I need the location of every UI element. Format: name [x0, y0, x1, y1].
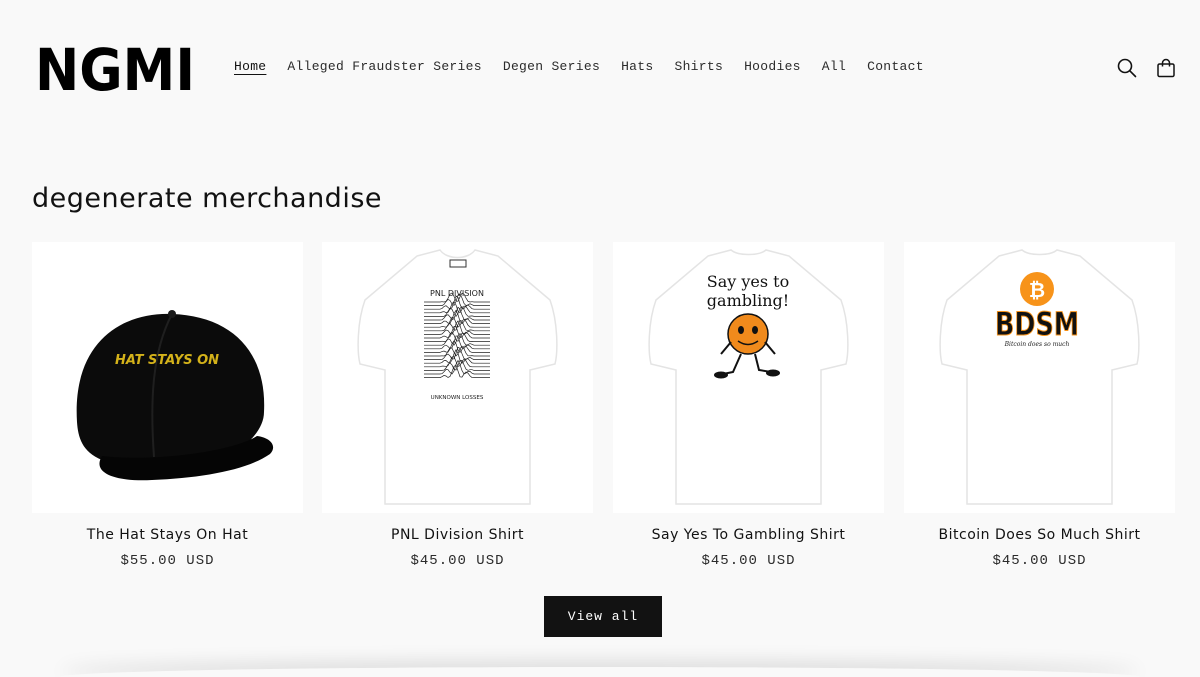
section-title: degenerate merchandise	[32, 183, 383, 214]
search-button[interactable]	[1114, 55, 1140, 81]
footer-shadow	[60, 667, 1140, 677]
svg-text:gambling!: gambling!	[707, 291, 789, 310]
nav-item-all[interactable]: All	[822, 59, 846, 74]
svg-text:NGMI: NGMI	[35, 46, 195, 92]
product-card[interactable]: PNL DIVISION UNKNOWN LOSSES PNL Division…	[322, 242, 593, 569]
bitcoin-does-so-much-shirt-image: ₿ BDSM Bitcoin does so much	[939, 249, 1140, 505]
svg-text:HAT STAYS ON: HAT STAYS ON	[115, 353, 219, 368]
site-header: NGMI Home Alleged Fraudster Series Degen…	[0, 0, 1200, 135]
cart-button[interactable]	[1153, 55, 1179, 81]
view-all-button[interactable]: View all	[544, 596, 662, 637]
product-card[interactable]: Say yes to gambling! Say Yes To Gambling…	[613, 242, 884, 569]
product-card[interactable]: ₿ BDSM Bitcoin does so much Bitcoin Does…	[904, 242, 1175, 569]
product-price: $45.00 USD	[701, 553, 796, 569]
product-title[interactable]: Say Yes To Gambling Shirt	[613, 527, 884, 543]
nav-item-hoodies[interactable]: Hoodies	[744, 59, 801, 74]
nav-item-alleged-fraudster-series[interactable]: Alleged Fraudster Series	[287, 59, 481, 74]
search-icon	[1117, 58, 1137, 78]
product-image[interactable]: ₿ BDSM Bitcoin does so much	[904, 242, 1175, 513]
hat-image: HAT STAYS ON	[76, 310, 274, 481]
nav-item-home[interactable]: Home	[234, 59, 266, 74]
main-nav: Home Alleged Fraudster Series Degen Seri…	[234, 59, 945, 74]
pnl-division-shirt-image: PNL DIVISION UNKNOWN LOSSES	[357, 249, 558, 505]
product-price: $45.00 USD	[410, 553, 505, 569]
nav-item-degen-series[interactable]: Degen Series	[503, 59, 600, 74]
svg-text:Bitcoin does so much: Bitcoin does so much	[1004, 341, 1070, 348]
ngmi-logo[interactable]: NGMI	[35, 46, 195, 92]
product-price: $45.00 USD	[992, 553, 1087, 569]
svg-text:Say yes to: Say yes to	[707, 272, 790, 291]
product-image[interactable]: Say yes to gambling!	[613, 242, 884, 513]
bitcoin-icon: ₿	[1029, 278, 1045, 302]
shopping-bag-icon	[1157, 58, 1175, 78]
svg-text:UNKNOWN LOSSES: UNKNOWN LOSSES	[431, 395, 484, 401]
svg-text:BDSM: BDSM	[995, 305, 1079, 343]
nav-item-shirts[interactable]: Shirts	[674, 59, 723, 74]
product-grid: HAT STAYS ON The Hat Stays On Hat $55.00…	[32, 242, 1175, 582]
nav-item-contact[interactable]: Contact	[867, 59, 924, 74]
product-title[interactable]: The Hat Stays On Hat	[32, 527, 303, 543]
say-yes-to-gambling-shirt-image: Say yes to gambling!	[648, 249, 849, 505]
nav-item-hats[interactable]: Hats	[621, 59, 653, 74]
product-card[interactable]: HAT STAYS ON The Hat Stays On Hat $55.00…	[32, 242, 303, 569]
product-title[interactable]: Bitcoin Does So Much Shirt	[904, 527, 1175, 543]
product-title[interactable]: PNL Division Shirt	[322, 527, 593, 543]
product-image[interactable]: PNL DIVISION UNKNOWN LOSSES	[322, 242, 593, 513]
product-price: $55.00 USD	[120, 553, 215, 569]
product-image[interactable]: HAT STAYS ON	[32, 242, 303, 513]
